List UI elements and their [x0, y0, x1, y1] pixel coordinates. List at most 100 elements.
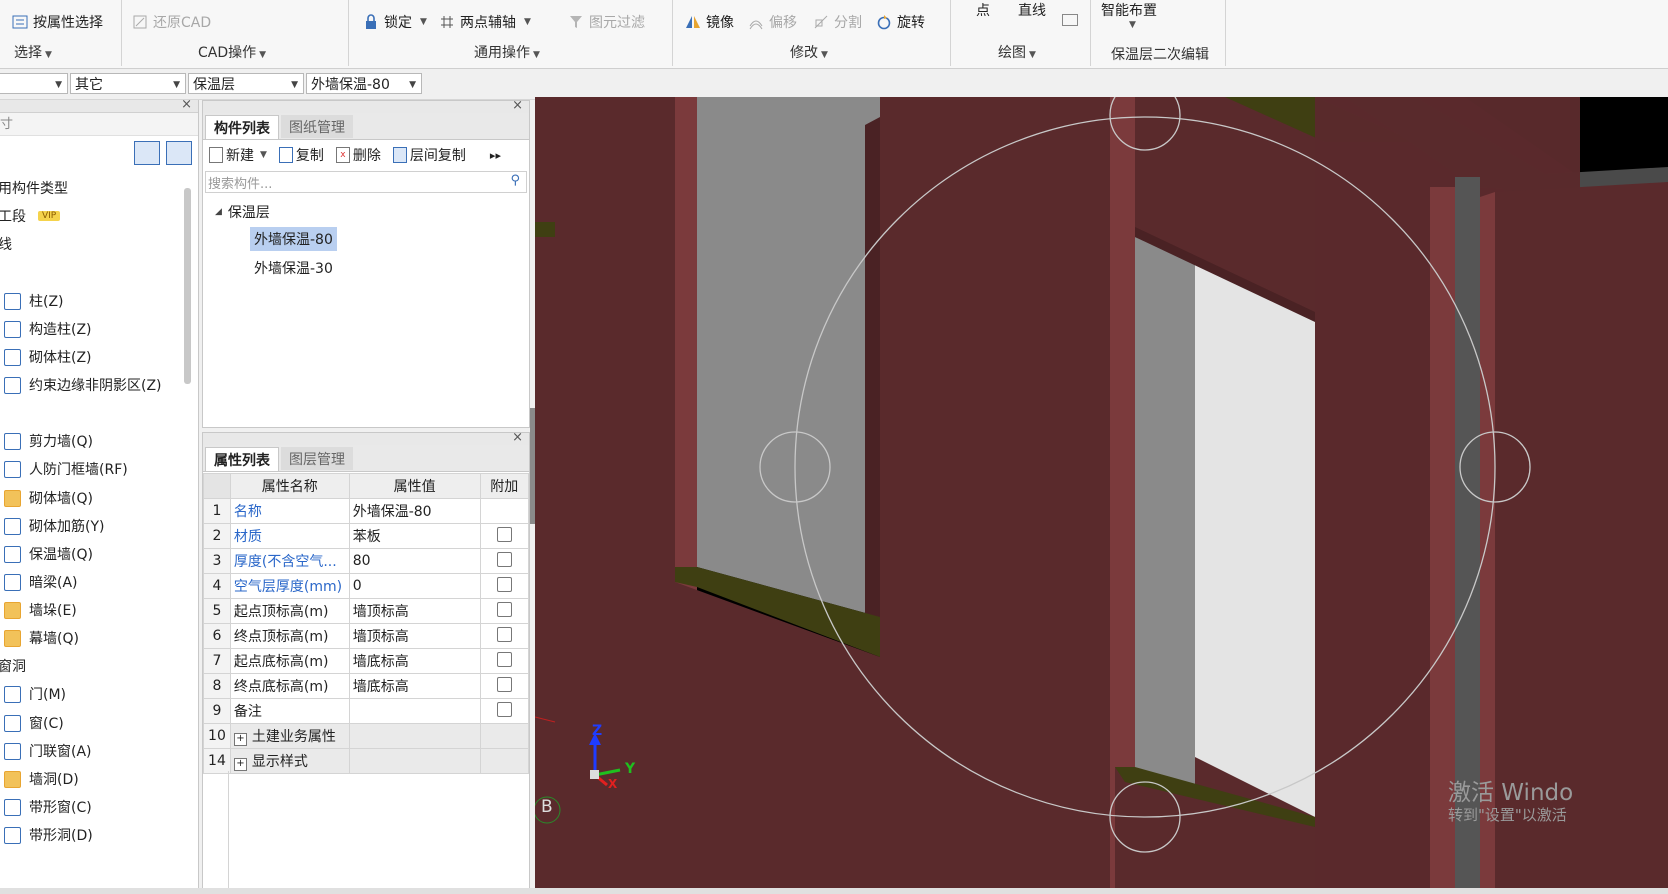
detail-view-icon[interactable] — [166, 141, 192, 165]
extra-checkbox[interactable] — [496, 551, 512, 567]
nav-item-pilaster[interactable]: 墙垛(E) — [4, 600, 77, 620]
group-cad-ops-label[interactable]: CAD操作 ▼ — [198, 42, 266, 62]
tree-item[interactable]: 外墙保温-30 — [250, 256, 337, 280]
nav-item-strip-window[interactable]: 带形窗(C) — [4, 797, 92, 817]
status-strip — [0, 888, 1668, 894]
filter-bar: ▼ 其它 ▼ 保温层 ▼ 外墙保温-80 ▼ — [0, 69, 1668, 100]
extra-checkbox[interactable] — [496, 601, 512, 617]
group-common-ops-label[interactable]: 通用操作 ▼ — [474, 42, 540, 62]
expand-icon[interactable]: + — [233, 733, 247, 746]
nav-item-structural-column[interactable]: 构造柱(Z) — [4, 319, 92, 339]
more-icon[interactable]: ▸▸ — [490, 149, 501, 162]
nav-item-masonry-wall[interactable]: 砌体墙(Q) — [4, 488, 93, 508]
nav-item[interactable]: 工段 VIP — [0, 206, 61, 226]
table-row[interactable]: 9 备注 — [203, 698, 529, 724]
copy-component-button[interactable]: 复制 — [278, 145, 324, 165]
table-row[interactable]: 1 名称 外墙保温-80 — [203, 498, 529, 524]
extra-checkbox[interactable] — [496, 676, 512, 692]
nav-item-masonry-rebar[interactable]: 砌体加筋(Y) — [4, 516, 104, 536]
nav-item-civil-door-wall[interactable]: 人防门框墙(RF) — [4, 459, 128, 479]
new-component-button[interactable]: 新建 ▼ — [209, 145, 267, 165]
tab-layer-management[interactable]: 图层管理 — [281, 447, 353, 470]
lock-button[interactable]: 锁定 ▼ — [363, 12, 427, 32]
nav-item-wall-opening[interactable]: 墙洞(D) — [4, 769, 79, 789]
mirror-button[interactable]: 镜像 — [685, 12, 734, 32]
extra-checkbox[interactable] — [496, 701, 512, 717]
table-row-group[interactable]: 10 + 土建业务属性 — [203, 723, 529, 749]
floor-select[interactable]: ▼ — [0, 73, 68, 94]
tree-item-selected[interactable]: 外墙保温-80 — [250, 227, 337, 251]
split-button[interactable]: 分割 — [813, 12, 862, 32]
table-row[interactable]: 4 空气层厚度(mm) 0 — [203, 573, 529, 599]
nav-item-curtain-wall[interactable]: 幕墙(Q) — [4, 628, 79, 648]
extra-checkbox[interactable] — [496, 651, 512, 667]
tab-property-list[interactable]: 属性列表 — [205, 447, 279, 471]
split-icon — [813, 14, 829, 30]
tab-component-list[interactable]: 构件列表 — [205, 115, 279, 139]
category-select[interactable]: 其它 ▼ — [70, 73, 186, 94]
extra-checkbox[interactable] — [496, 626, 512, 642]
group-modify-label[interactable]: 修改 ▼ — [790, 42, 828, 62]
nav-item-insulation-wall[interactable]: 保温墙(Q) — [4, 544, 93, 564]
two-point-aux-axis-button[interactable]: 两点辅轴 ▼ — [439, 12, 531, 32]
close-icon[interactable]: × — [181, 100, 192, 112]
nav-scrollbar[interactable] — [184, 188, 191, 384]
extra-checkbox[interactable] — [496, 576, 512, 592]
expand-icon[interactable]: + — [233, 758, 247, 771]
boundary-icon — [4, 376, 21, 394]
table-row[interactable]: 2 材质 苯板 — [203, 523, 529, 549]
restore-cad-button[interactable]: 还原CAD — [132, 12, 211, 32]
component-search-input[interactable]: 搜索构件... ⚲ — [205, 171, 527, 193]
table-row[interactable]: 8 终点底标高(m) 墙底标高 — [203, 673, 529, 699]
3d-viewport[interactable]: Z Y X B 激活 Windo 转到"设置"以激活 — [535, 97, 1668, 894]
nav-item-door-window[interactable]: 门联窗(A) — [4, 741, 92, 761]
list-view-icon[interactable] — [134, 141, 160, 165]
nav-item-boundary[interactable]: 约束边缘非阴影区(Z) — [4, 375, 162, 395]
extra-checkbox[interactable] — [496, 526, 512, 542]
wall-opening-icon — [4, 770, 21, 788]
nav-item-column[interactable]: 柱(Z) — [4, 291, 64, 311]
draw-line-button[interactable]: 直线 — [1018, 0, 1046, 20]
corner-letter: B — [541, 797, 553, 817]
nav-item[interactable]: 窗洞 — [0, 656, 26, 676]
component-select[interactable]: 外墙保温-80 ▼ — [306, 73, 422, 94]
strip-opening-icon — [4, 826, 21, 844]
draw-point-button[interactable]: 点 — [976, 0, 990, 20]
table-row[interactable]: 3 厚度(不含空气... 80 — [203, 548, 529, 574]
nav-item-masonry-column[interactable]: 砌体柱(Z) — [4, 347, 92, 367]
nav-item-shear-wall[interactable]: 剪力墙(Q) — [4, 431, 93, 451]
floor-copy-icon — [392, 147, 407, 163]
collapse-triangle-icon: ◢ — [215, 207, 222, 217]
tab-drawing-management[interactable]: 图纸管理 — [281, 115, 353, 138]
table-row[interactable]: 7 起点底标高(m) 墙底标高 — [203, 648, 529, 674]
tree-root[interactable]: ◢ 保温层 — [215, 202, 270, 222]
search-icon[interactable]: ⚲ — [510, 173, 520, 188]
nav-item-hidden-beam[interactable]: 暗梁(A) — [4, 572, 78, 592]
type-select[interactable]: 保温层 ▼ — [188, 73, 304, 94]
nav-item-strip-opening[interactable]: 带形洞(D) — [4, 825, 93, 845]
draw-rect-icon[interactable] — [1062, 14, 1078, 26]
nav-item[interactable]: 线 — [0, 234, 12, 254]
lock-icon — [363, 14, 379, 30]
delete-component-button[interactable]: x 删除 — [335, 145, 381, 165]
group-select-label[interactable]: 选择 ▼ — [14, 42, 52, 62]
close-icon[interactable]: × — [512, 98, 523, 113]
nav-item-door[interactable]: 门(M) — [4, 684, 66, 704]
close-icon[interactable]: × — [512, 433, 523, 445]
rotate-button[interactable]: 旋转 — [876, 12, 925, 32]
rebar-icon — [4, 517, 21, 535]
element-filter-button[interactable]: 图元过滤 — [568, 12, 645, 32]
table-row-group[interactable]: 14 + 显示样式 — [203, 748, 529, 774]
smart-layout-button[interactable]: 智能布置 ▼ — [1101, 0, 1157, 34]
group-draw-label[interactable]: 绘图 ▼ — [998, 42, 1036, 62]
list-select-icon — [12, 14, 28, 30]
select-by-attribute-button[interactable]: 按属性选择 — [12, 12, 103, 32]
door-window-icon — [4, 742, 21, 760]
filter-icon — [568, 14, 584, 30]
table-row[interactable]: 6 终点顶标高(m) 墙顶标高 — [203, 623, 529, 649]
offset-button[interactable]: 偏移 — [748, 12, 797, 32]
floor-copy-button[interactable]: 层间复制 — [392, 145, 466, 165]
table-row[interactable]: 5 起点顶标高(m) 墙顶标高 — [203, 598, 529, 624]
nav-item-window[interactable]: 窗(C) — [4, 713, 64, 733]
nav-item[interactable]: 用构件类型 — [0, 178, 68, 198]
